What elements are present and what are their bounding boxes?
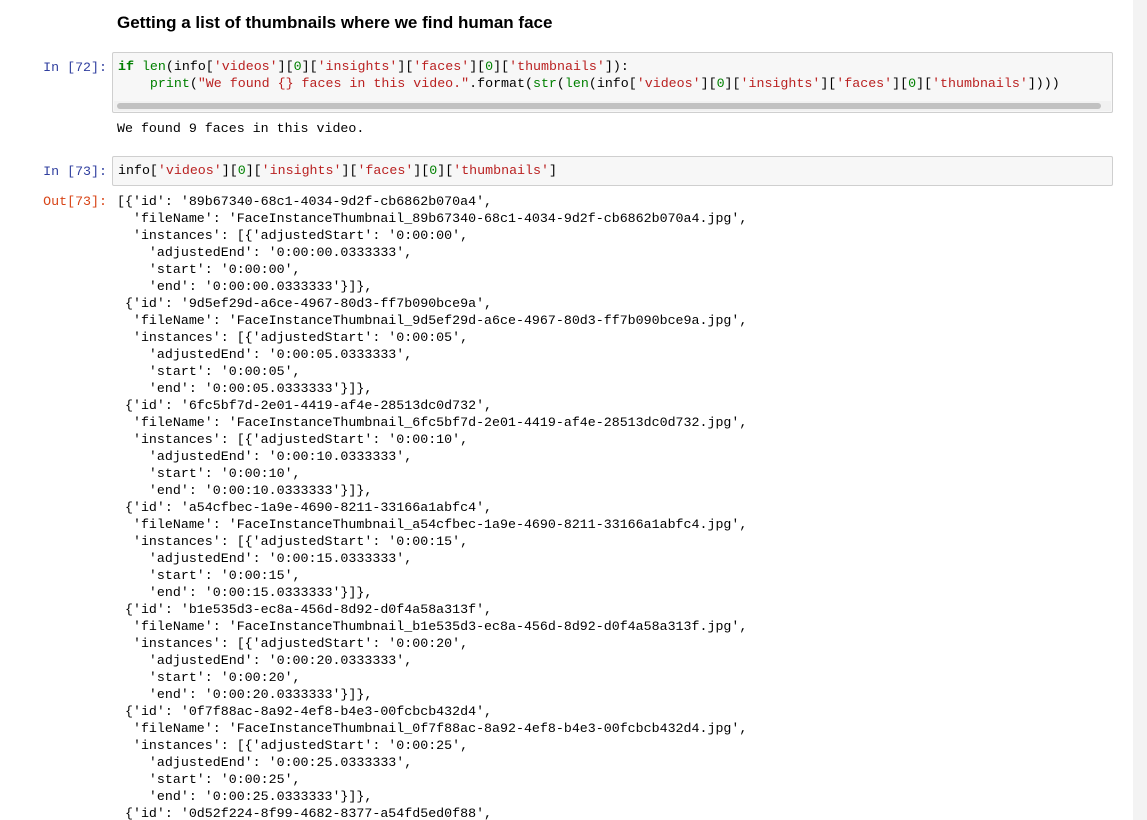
output-line: 'instances': [{'adjustedStart': '0:00:05… [117,330,469,345]
output-line: 'end': '0:00:15.0333333'}]}, [117,585,373,600]
out-prompt-73: Out[73]: [43,194,107,209]
output-line: 'start': '0:00:05', [117,364,301,379]
code-builtin: str [532,76,557,91]
output-line: 'fileName': 'FaceInstanceThumbnail_0f7f8… [117,721,748,736]
output-line: 'adjustedEnd': '0:00:20.0333333', [117,653,413,668]
output-line: 'end': '0:00:25.0333333'}]}, [117,789,373,804]
code-string: 'faces' [836,76,893,91]
code-token: info[ [118,163,158,178]
output-line: 'instances': [{'adjustedStart': '0:00:15… [117,534,469,549]
code-token: ][ [820,76,837,91]
markdown-heading: Getting a list of thumbnails where we fi… [117,13,553,32]
code-string: 'insights' [261,163,342,178]
output-line: 'instances': [{'adjustedStart': '0:00:20… [117,636,469,651]
code-token: ][ [413,163,430,178]
output-line: 'fileName': 'FaceInstanceThumbnail_9d5ef… [117,313,748,328]
output-line: 'instances': [{'adjustedStart': '0:00:10… [117,432,469,447]
code-token: (info[ [588,76,637,91]
code-string: 'videos' [213,59,278,74]
output-line: {'id': '0f7f88ac-8a92-4ef8-b4e3-00fcbcb4… [117,704,493,719]
code-token: ][ [437,163,454,178]
code-token: ]))) [1027,76,1060,91]
output-line: 'fileName': 'FaceInstanceThumbnail_6fc5b… [117,415,748,430]
output-line: 'adjustedEnd': '0:00:15.0333333', [117,551,413,566]
output-line: 'start': '0:00:00', [117,262,301,277]
output-line: {'id': 'b1e535d3-ec8a-456d-8d92-d0f4a58a… [117,602,493,617]
code-token: ][ [724,76,741,91]
output-line: 'fileName': 'FaceInstanceThumbnail_a54cf… [117,517,748,532]
output-line: 'end': '0:00:20.0333333'}]}, [117,687,373,702]
output-line: {'id': 'a54cfbec-1a9e-4690-8211-33166a1a… [117,500,493,515]
output-line: 'instances': [{'adjustedStart': '0:00:25… [117,738,469,753]
output-line: 'adjustedEnd': '0:00:10.0333333', [117,449,413,464]
notebook-page: Getting a list of thumbnails where we fi… [0,0,1133,820]
scrollbar-thumb[interactable] [117,103,1101,109]
code-number: 0 [237,163,246,178]
code-token: ][ [892,76,909,91]
output-line: 'start': '0:00:15', [117,568,301,583]
output-line: 'start': '0:00:20', [117,670,301,685]
code-number: 0 [716,76,725,91]
code-token: ]): [604,59,629,74]
output-line: 'adjustedEnd': '0:00:05.0333333', [117,347,413,362]
output-line: {'id': '9d5ef29d-a6ce-4967-80d3-ff7b090b… [117,296,493,311]
code-token: ][ [493,59,510,74]
in-prompt-73: In [73]: [43,164,107,179]
code-string: 'thumbnails' [453,163,549,178]
code-string: 'insights' [740,76,821,91]
code-token: ( [556,76,565,91]
code-token: ][ [301,59,318,74]
code-number: 0 [485,59,494,74]
code-builtin: len [141,59,166,74]
code-cell-72[interactable]: if len(info['videos'][0]['insights']['fa… [112,52,1113,113]
code-token: ][ [397,59,414,74]
output-line: 'end': '0:00:05.0333333'}]}, [117,381,373,396]
code-number: 0 [293,59,302,74]
code-string: 'faces' [413,59,470,74]
output-line: {'id': '0d52f224-8f99-4682-8377-a54fd5ed… [117,806,493,820]
code-token: ][ [245,163,262,178]
output-line: 'end': '0:00:00.0333333'}]}, [117,279,373,294]
code-token: ][ [221,163,238,178]
code-string: 'faces' [357,163,414,178]
code-token: (info[ [165,59,214,74]
output-line: 'start': '0:00:10', [117,466,301,481]
code-string: 'insights' [317,59,398,74]
output-line: 'instances': [{'adjustedStart': '0:00:00… [117,228,469,243]
code-string: "We found {} faces in this video." [197,76,470,91]
code-token: ] [548,163,557,178]
code-cell-73[interactable]: info['videos'][0]['insights']['faces'][0… [112,156,1113,186]
stream-output-72: We found 9 faces in this video. [117,121,365,136]
output-line: 'start': '0:00:25', [117,772,301,787]
code-token: ( [189,76,198,91]
code-string: 'videos' [157,163,222,178]
code-token: ][ [916,76,933,91]
code-token: .format( [469,76,533,91]
code-number: 0 [908,76,917,91]
output-line: [{'id': '89b67340-68c1-4034-9d2f-cb6862b… [117,194,493,209]
code-token: ][ [700,76,717,91]
in-prompt-72: In [72]: [43,60,107,75]
page-scrollbar[interactable] [1133,0,1147,820]
output-line: 'adjustedEnd': '0:00:25.0333333', [117,755,413,770]
output-line: 'fileName': 'FaceInstanceThumbnail_89b67… [117,211,748,226]
code-string: 'thumbnails' [932,76,1028,91]
code-token: ][ [277,59,294,74]
output-line: 'adjustedEnd': '0:00:00.0333333', [117,245,413,260]
code-builtin: len [564,76,589,91]
output-line: 'fileName': 'FaceInstanceThumbnail_b1e53… [117,619,748,634]
code-keyword: if [118,59,134,74]
output-line: 'end': '0:00:10.0333333'}]}, [117,483,373,498]
result-output-73: [{'id': '89b67340-68c1-4034-9d2f-cb6862b… [117,193,747,820]
code-token: ][ [341,163,358,178]
code-token: ][ [469,59,486,74]
code-string: 'videos' [636,76,701,91]
code-string: 'thumbnails' [509,59,605,74]
code-line: if len(info['videos'][0]['insights']['fa… [118,58,1060,92]
output-line: {'id': '6fc5bf7d-2e01-4419-af4e-28513dc0… [117,398,493,413]
code-line: info['videos'][0]['insights']['faces'][0… [118,162,557,179]
horizontal-scrollbar[interactable] [114,101,1111,111]
code-builtin: print [149,76,190,91]
